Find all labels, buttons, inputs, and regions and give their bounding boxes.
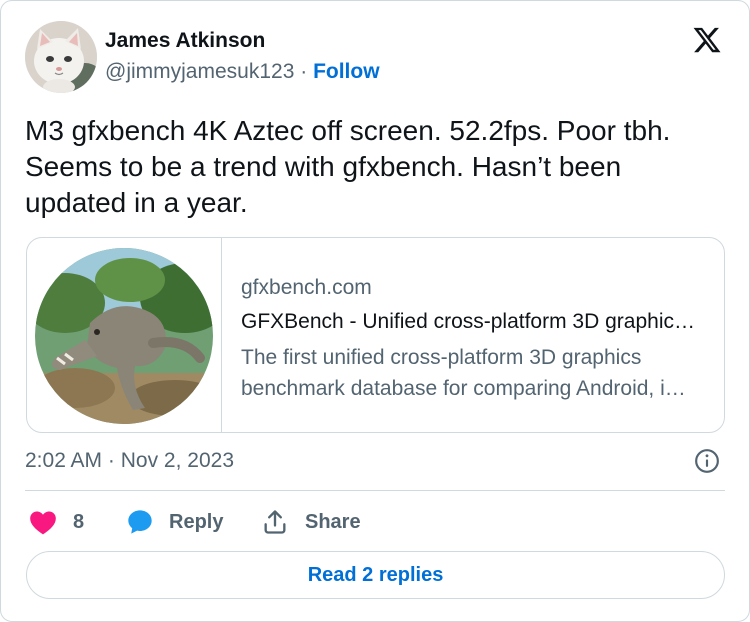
link-title: GFXBench - Unified cross-platform 3D gra… [241,310,701,333]
tweet-timestamp[interactable]: 2:02 AM · Nov 2, 2023 [25,449,234,473]
author-handle[interactable]: @jimmyjamesuk123 [105,60,294,83]
share-label: Share [305,510,361,533]
read-replies-button[interactable]: Read 2 replies [26,551,725,599]
speech-bubble-icon [128,510,152,534]
author-meta: @jimmyjamesuk123 · Follow [105,60,380,84]
reply-button[interactable]: Reply [125,504,223,540]
author-avatar[interactable] [25,21,97,93]
follow-button[interactable]: Follow [313,60,380,83]
info-icon[interactable] [694,448,720,474]
tweet-text: M3 gfxbench 4K Aztec off screen. 52.2fps… [25,115,671,218]
reply-label: Reply [169,510,224,533]
heart-icon [30,511,56,535]
link-domain: gfxbench.com [241,276,372,299]
link-description: The first unified cross-platform 3D grap… [241,346,701,400]
link-thumbnail [35,248,213,424]
tweet-card[interactable]: James Atkinson @jimmyjamesuk123 · Follow… [0,0,750,622]
timestamp-date: Nov 2, 2023 [120,449,234,472]
like-button[interactable]: 8 [29,504,84,540]
x-logo-icon[interactable] [691,25,723,55]
divider [25,490,725,491]
author-name[interactable]: James Atkinson [105,29,265,53]
share-upload-icon [264,510,286,534]
like-count: 8 [73,510,85,533]
meta-separator: · [300,60,308,83]
kitten-avatar-icon [25,21,97,93]
timestamp-separator: · [107,449,115,472]
timestamp-time: 2:02 AM [25,449,103,472]
link-preview-card[interactable]: gfxbench.com GFXBench - Unified cross-pl… [26,237,725,433]
share-button[interactable]: Share [261,504,361,540]
link-thumbnail-container [27,238,222,432]
dinosaur-thumbnail-icon [35,248,213,424]
